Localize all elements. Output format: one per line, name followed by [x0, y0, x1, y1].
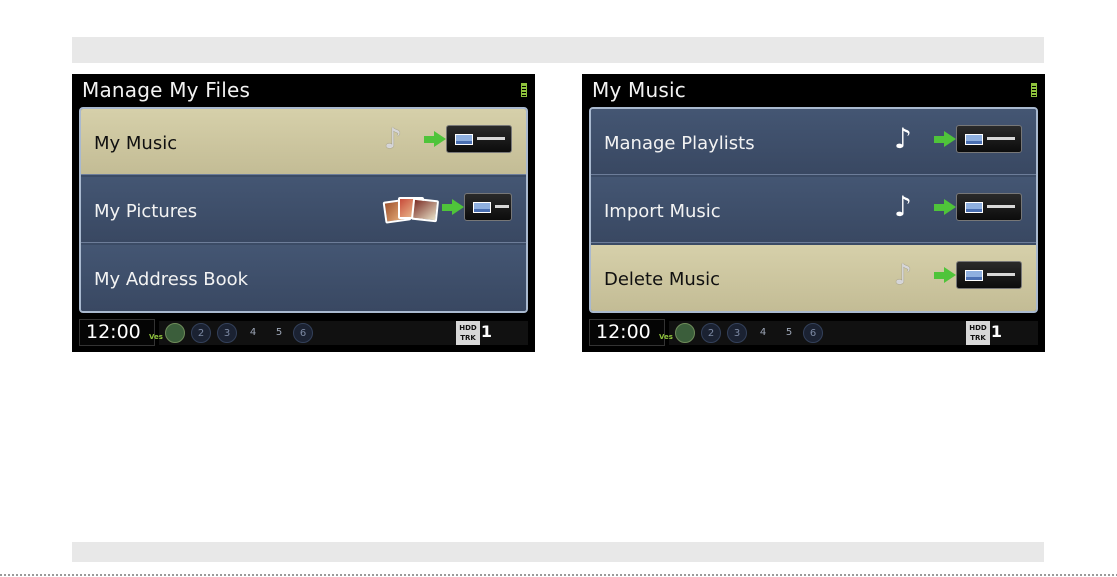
screen-title: My Music	[592, 78, 686, 102]
hdd-label: HDD	[459, 324, 477, 332]
music-note-to-hdd-icon: ♪	[894, 259, 1024, 293]
preset-2[interactable]: 2	[701, 323, 721, 343]
pictures-to-hdd-icon	[382, 191, 514, 225]
clock: 12:00	[79, 319, 155, 346]
menu-item-import-music[interactable]: Import Music ♪	[591, 177, 1036, 243]
screen-title: Manage My Files	[82, 78, 251, 102]
track-number: 1	[480, 322, 492, 341]
preset-3[interactable]: 3	[727, 323, 747, 343]
menu-item-manage-playlists[interactable]: Manage Playlists ♪	[591, 109, 1036, 175]
preset-5[interactable]: 5	[269, 323, 289, 343]
preset-3[interactable]: 3	[217, 323, 237, 343]
preset-6[interactable]: 6	[803, 323, 823, 343]
preset-6[interactable]: 6	[293, 323, 313, 343]
manage-my-files-screen: Manage My Files My Music ♪ My Pictures M…	[72, 74, 535, 352]
battery-icon	[1031, 83, 1037, 97]
hdd-trk-badge: HDD TRK	[966, 321, 990, 345]
trk-label: TRK	[970, 334, 986, 342]
battery-icon	[521, 83, 527, 97]
page-divider	[0, 574, 1117, 576]
menu-item-label: Import Music	[604, 201, 721, 222]
status-bar: 12:00 Ves 2 3 4 5 6 HDD TRK 1	[589, 319, 1038, 347]
my-music-screen: My Music Manage Playlists ♪ Import Music…	[582, 74, 1045, 352]
menu-item-label: My Address Book	[94, 269, 249, 290]
disc-icon	[165, 323, 185, 343]
v-tag: Ves	[659, 333, 673, 341]
preset-2[interactable]: 2	[191, 323, 211, 343]
music-note-to-hdd-icon: ♪	[894, 191, 1024, 225]
preset-4[interactable]: 4	[243, 323, 263, 343]
disc-icon	[675, 323, 695, 343]
menu-item-my-music[interactable]: My Music ♪	[81, 109, 526, 175]
clock: 12:00	[589, 319, 665, 346]
music-note-to-hdd-icon: ♪	[894, 123, 1024, 157]
menu-item-my-address-book[interactable]: My Address Book	[81, 245, 526, 311]
hdd-label: HDD	[969, 324, 987, 332]
preset-strip: Ves 2 3 4 5 6 HDD TRK 1	[659, 321, 1038, 345]
menu-item-delete-music[interactable]: Delete Music ♪	[591, 245, 1036, 311]
status-bar: 12:00 Ves 2 3 4 5 6 HDD TRK 1	[79, 319, 528, 347]
menu-list: My Music ♪ My Pictures My Address Book	[79, 107, 528, 313]
track-number: 1	[990, 322, 1002, 341]
music-note-to-hdd-icon: ♪	[384, 123, 514, 157]
menu-item-my-pictures[interactable]: My Pictures	[81, 177, 526, 243]
hdd-trk-badge: HDD TRK	[456, 321, 480, 345]
preset-strip: Ves 2 3 4 5 6 HDD TRK 1	[149, 321, 528, 345]
menu-item-label: My Music	[94, 133, 178, 154]
menu-item-label: Manage Playlists	[604, 133, 755, 154]
page-footer-bar	[72, 542, 1044, 562]
menu-item-label: Delete Music	[604, 269, 721, 290]
trk-label: TRK	[460, 334, 476, 342]
v-tag: Ves	[149, 333, 163, 341]
menu-item-label: My Pictures	[94, 201, 198, 222]
preset-4[interactable]: 4	[753, 323, 773, 343]
page-header-bar	[72, 37, 1044, 63]
menu-list: Manage Playlists ♪ Import Music ♪ Delete…	[589, 107, 1038, 313]
preset-5[interactable]: 5	[779, 323, 799, 343]
